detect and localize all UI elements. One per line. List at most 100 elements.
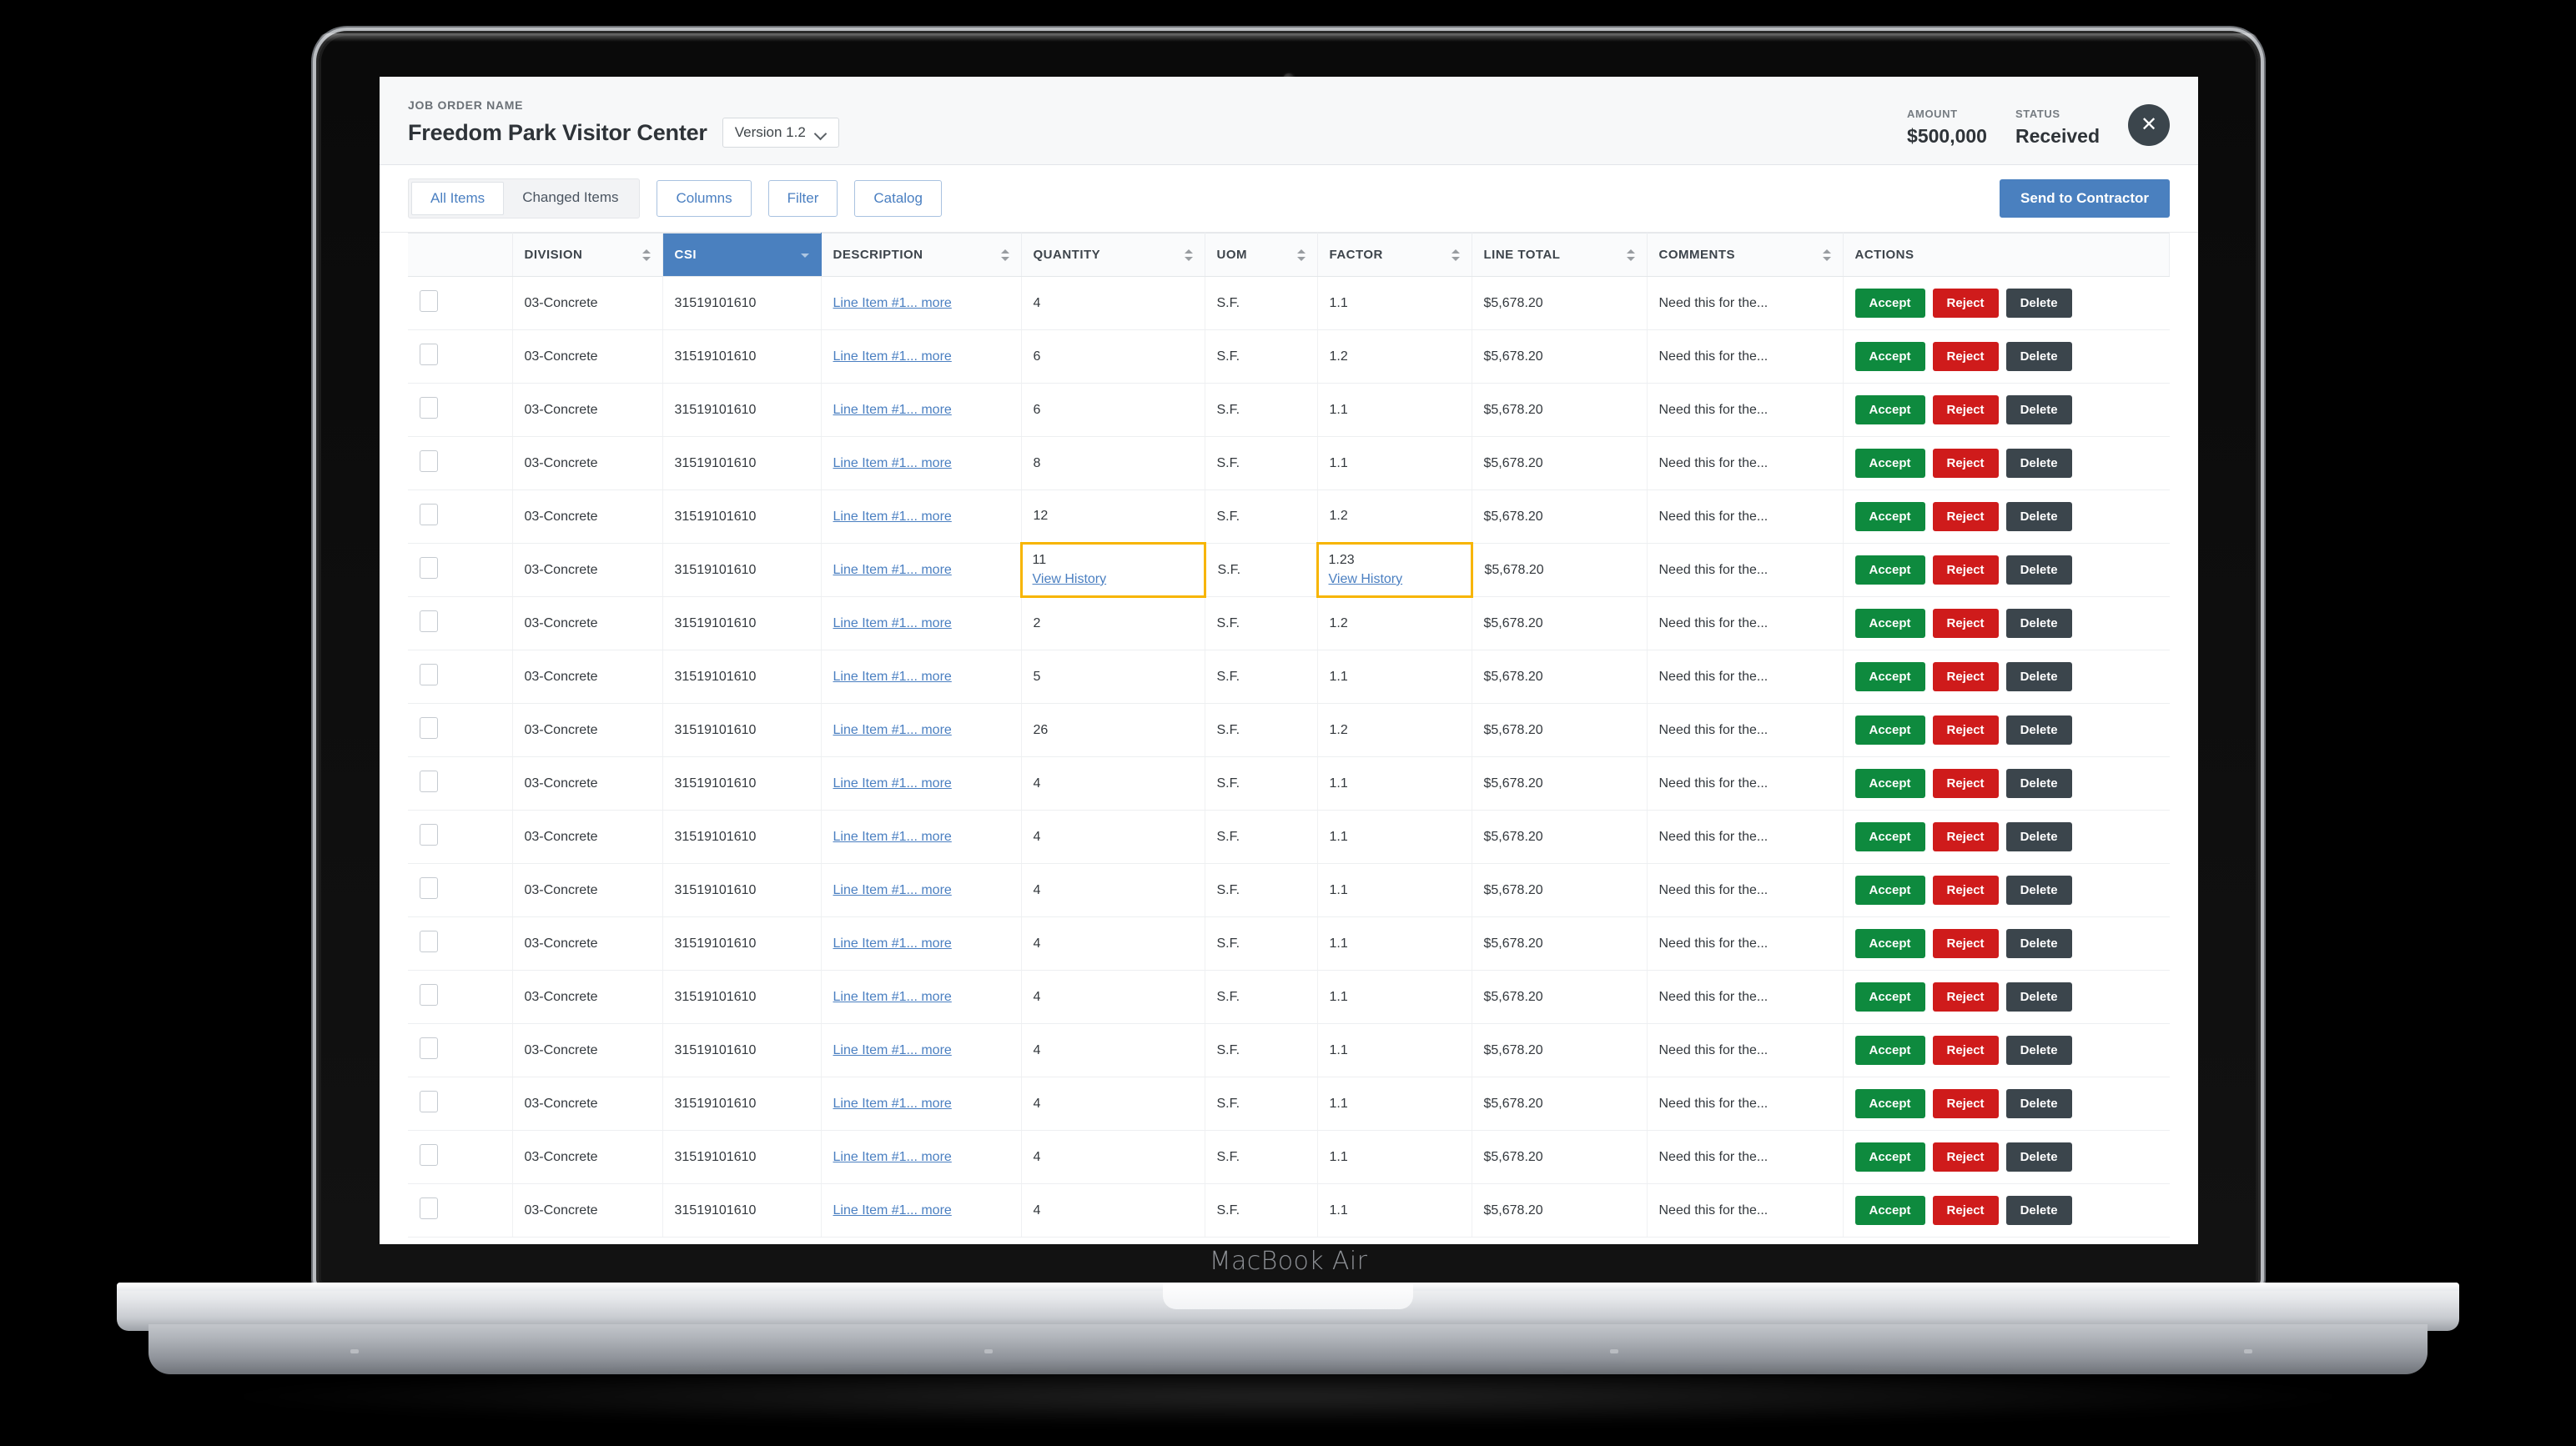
version-select[interactable]: Version 1.2 (722, 118, 839, 148)
table-row[interactable]: 03-Concrete 31519101610 Line Item #1... mo… (408, 596, 2170, 650)
description-link[interactable]: Line Item #1... more (833, 616, 952, 630)
send-to-contractor-button[interactable]: Send to Contractor (2000, 179, 2170, 218)
table-row[interactable]: 03-Concrete 31519101610 Line Item #1... mo… (408, 756, 2170, 811)
delete-button[interactable]: Delete (2005, 929, 2072, 958)
sort-toggle-icon[interactable] (1451, 249, 1460, 262)
delete-button[interactable]: Delete (2005, 1089, 2072, 1118)
column-header-factor[interactable]: FACTOR (1317, 233, 1472, 277)
row-checkbox[interactable] (420, 877, 438, 899)
table-row[interactable]: 03-Concrete 31519101610 Line Item #1... mo… (408, 329, 2170, 384)
column-header-comments[interactable]: COMMENTS (1647, 233, 1844, 277)
row-checkbox[interactable] (420, 717, 438, 739)
table-row[interactable]: 03-Concrete 31519101610 Line Item #1... mo… (408, 970, 2170, 1024)
description-link[interactable]: Line Item #1... more (833, 723, 952, 737)
delete-button[interactable]: Delete (2005, 876, 2072, 905)
description-link[interactable]: Line Item #1... more (833, 1043, 952, 1057)
row-checkbox[interactable] (420, 290, 438, 312)
description-link[interactable]: Line Item #1... more (833, 563, 952, 577)
column-header-csi[interactable]: CSI (662, 233, 822, 277)
delete-button[interactable]: Delete (2005, 289, 2072, 318)
accept-button[interactable]: Accept (1854, 929, 1925, 958)
delete-button[interactable]: Delete (2005, 342, 2072, 371)
accept-button[interactable]: Accept (1854, 715, 1925, 745)
accept-button[interactable]: Accept (1854, 1142, 1925, 1172)
reject-button[interactable]: Reject (1932, 929, 1999, 958)
row-checkbox[interactable] (420, 344, 438, 365)
reject-button[interactable]: Reject (1932, 289, 1999, 318)
reject-button[interactable]: Reject (1932, 822, 1999, 851)
accept-button[interactable]: Accept (1854, 395, 1925, 424)
row-checkbox[interactable] (420, 504, 438, 525)
row-checkbox[interactable] (420, 771, 438, 792)
accept-button[interactable]: Accept (1854, 662, 1925, 691)
column-header-quantity[interactable]: QUANTITY (1021, 233, 1205, 277)
row-checkbox[interactable] (420, 1091, 438, 1112)
sort-toggle-icon[interactable] (1626, 249, 1635, 262)
reject-button[interactable]: Reject (1932, 715, 1999, 745)
table-row[interactable]: 03-Concrete 31519101610 Line Item #1... mo… (408, 1130, 2170, 1184)
reject-button[interactable]: Reject (1932, 1196, 1999, 1225)
delete-button[interactable]: Delete (2005, 609, 2072, 638)
table-row[interactable]: 03-Concrete 31519101610 Line Item #1... mo… (408, 436, 2170, 490)
description-link[interactable]: Line Item #1... more (833, 1097, 952, 1111)
description-link[interactable]: Line Item #1... more (833, 670, 952, 684)
delete-button[interactable]: Delete (2005, 715, 2072, 745)
accept-button[interactable]: Accept (1854, 822, 1925, 851)
accept-button[interactable]: Accept (1854, 502, 1925, 531)
sort-toggle-icon[interactable] (1000, 249, 1009, 262)
description-link[interactable]: Line Item #1... more (833, 510, 952, 524)
delete-button[interactable]: Delete (2005, 502, 2072, 531)
reject-button[interactable]: Reject (1932, 609, 1999, 638)
accept-button[interactable]: Accept (1854, 769, 1925, 798)
description-link[interactable]: Line Item #1... more (833, 1150, 952, 1164)
filter-button[interactable]: Filter (767, 180, 838, 217)
delete-button[interactable]: Delete (2005, 1036, 2072, 1065)
accept-button[interactable]: Accept (1854, 1089, 1925, 1118)
row-checkbox[interactable] (420, 984, 438, 1006)
reject-button[interactable]: Reject (1932, 395, 1999, 424)
row-checkbox[interactable] (420, 397, 438, 419)
accept-button[interactable]: Accept (1854, 449, 1925, 478)
row-checkbox[interactable] (420, 824, 438, 846)
row-checkbox[interactable] (420, 557, 438, 579)
description-link[interactable]: Line Item #1... more (833, 990, 952, 1004)
row-checkbox[interactable] (420, 610, 438, 632)
delete-button[interactable]: Delete (2005, 982, 2072, 1012)
view-history-link[interactable]: View History (1329, 572, 1461, 587)
accept-button[interactable]: Accept (1854, 609, 1925, 638)
reject-button[interactable]: Reject (1932, 982, 1999, 1012)
description-link[interactable]: Line Item #1... more (833, 936, 952, 951)
delete-button[interactable]: Delete (2005, 1142, 2072, 1172)
accept-button[interactable]: Accept (1854, 1036, 1925, 1065)
row-checkbox[interactable] (420, 1197, 438, 1219)
delete-button[interactable]: Delete (2005, 395, 2072, 424)
sort-desc-icon[interactable] (800, 249, 809, 262)
column-header-division[interactable]: DIVISION (512, 233, 663, 277)
table-row[interactable]: 03-Concrete 31519101610 Line Item #1... mo… (408, 810, 2170, 864)
accept-button[interactable]: Accept (1854, 982, 1925, 1012)
row-checkbox[interactable] (420, 1037, 438, 1059)
description-link[interactable]: Line Item #1... more (833, 403, 952, 417)
row-checkbox[interactable] (420, 1144, 438, 1166)
delete-button[interactable]: Delete (2005, 662, 2072, 691)
table-row[interactable]: 03-Concrete 31519101610 Line Item #1... mo… (408, 276, 2170, 330)
reject-button[interactable]: Reject (1932, 1036, 1999, 1065)
delete-button[interactable]: Delete (2005, 769, 2072, 798)
description-link[interactable]: Line Item #1... more (833, 1203, 952, 1218)
tab-all-items[interactable]: All Items (411, 182, 505, 215)
sort-toggle-icon[interactable] (1184, 249, 1193, 262)
accept-button[interactable]: Accept (1854, 289, 1925, 318)
table-row[interactable]: 03-Concrete 31519101610 Line Item #1... mo… (408, 1023, 2170, 1077)
sort-toggle-icon[interactable] (1296, 249, 1306, 262)
delete-button[interactable]: Delete (2005, 1196, 2072, 1225)
reject-button[interactable]: Reject (1932, 876, 1999, 905)
reject-button[interactable]: Reject (1932, 449, 1999, 478)
table-row[interactable]: 03-Concrete 31519101610 Line Item #1... mo… (408, 1183, 2170, 1238)
description-link[interactable]: Line Item #1... more (833, 296, 952, 310)
view-history-link[interactable]: View History (1033, 572, 1194, 587)
reject-button[interactable]: Reject (1932, 1142, 1999, 1172)
description-link[interactable]: Line Item #1... more (833, 456, 952, 470)
table-row[interactable]: 03-Concrete 31519101610 Line Item #1... mo… (408, 383, 2170, 437)
column-header-description[interactable]: DESCRIPTION (821, 233, 1022, 277)
close-icon[interactable]: ✕ (2128, 104, 2170, 146)
